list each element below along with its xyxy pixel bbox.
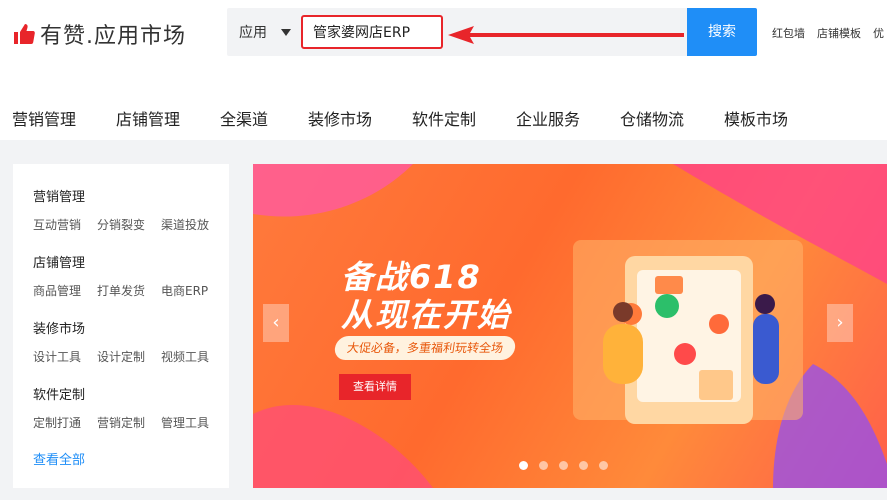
- view-all-link[interactable]: 查看全部: [33, 449, 85, 468]
- carousel-dots: [519, 461, 619, 470]
- category-link[interactable]: 打单发货: [97, 282, 145, 299]
- quick-link[interactable]: 红包墙: [772, 25, 805, 41]
- nav-item[interactable]: 仓储物流: [620, 106, 684, 130]
- nav-item[interactable]: 营销管理: [12, 106, 76, 130]
- logo-text: 有赞.应用市场: [40, 24, 186, 49]
- nav-item[interactable]: 装修市场: [308, 106, 372, 130]
- category-link[interactable]: 渠道投放: [161, 216, 209, 233]
- category-title[interactable]: 软件定制: [33, 384, 85, 403]
- carousel-dot[interactable]: [539, 461, 548, 470]
- content-area: 营销管理 互动营销 分销裂变 渠道投放 店铺管理 商品管理 打单发货 电商ERP…: [0, 140, 887, 500]
- thumbs-up-icon: [14, 24, 35, 44]
- category-link[interactable]: 设计定制: [97, 348, 145, 365]
- category-link[interactable]: 商品管理: [33, 282, 81, 299]
- search-type-select[interactable]: 应用: [239, 22, 291, 42]
- chevron-left-icon[interactable]: ‹: [263, 304, 289, 342]
- category-title[interactable]: 营销管理: [33, 186, 85, 205]
- category-link[interactable]: 视频工具: [161, 348, 209, 365]
- caret-down-icon: [281, 28, 291, 36]
- search-type-label: 应用: [239, 25, 267, 41]
- banner-title: 从现在开始: [341, 296, 512, 334]
- category-title[interactable]: 装修市场: [33, 318, 85, 337]
- chevron-right-icon[interactable]: ›: [827, 304, 853, 342]
- quick-links: 红包墙 店铺模板 优: [772, 25, 887, 41]
- carousel-dot[interactable]: [579, 461, 588, 470]
- nav-item[interactable]: 店铺管理: [116, 106, 180, 130]
- header: 有赞.应用市场 应用 搜索 红包墙 店铺模板 优: [0, 0, 887, 72]
- carousel-dot[interactable]: [559, 461, 568, 470]
- promo-banner[interactable]: 备战618 从现在开始 大促必备，多重福利玩转全场 查看详情 ‹ ›: [253, 164, 887, 488]
- logo[interactable]: 有赞.应用市场: [12, 18, 186, 50]
- quick-link[interactable]: 优: [873, 25, 884, 41]
- category-link[interactable]: 互动营销: [33, 216, 81, 233]
- quick-link[interactable]: 店铺模板: [817, 25, 861, 41]
- category-title[interactable]: 店铺管理: [33, 252, 85, 271]
- banner-subtitle: 大促必备，多重福利玩转全场: [333, 336, 517, 360]
- category-link[interactable]: 分销裂变: [97, 216, 145, 233]
- nav-item[interactable]: 全渠道: [220, 106, 268, 130]
- carousel-dot[interactable]: [599, 461, 608, 470]
- category-sidebar: 营销管理 互动营销 分销裂变 渠道投放 店铺管理 商品管理 打单发货 电商ERP…: [13, 164, 229, 488]
- banner-cta-button[interactable]: 查看详情: [339, 374, 411, 400]
- annotation-arrow-icon: [448, 26, 684, 44]
- main-nav: 营销管理 店铺管理 全渠道 装修市场 软件定制 企业服务 仓储物流 模板市场: [0, 96, 887, 140]
- category-link[interactable]: 管理工具: [161, 414, 209, 431]
- nav-item[interactable]: 模板市场: [724, 106, 788, 130]
- search-button[interactable]: 搜索: [687, 8, 757, 56]
- nav-item[interactable]: 软件定制: [412, 106, 476, 130]
- category-link[interactable]: 定制打通: [33, 414, 81, 431]
- category-link[interactable]: 电商ERP: [161, 282, 208, 299]
- category-link[interactable]: 设计工具: [33, 348, 81, 365]
- search-input[interactable]: [301, 15, 443, 49]
- nav-item[interactable]: 企业服务: [516, 106, 580, 130]
- carousel-dot[interactable]: [519, 461, 528, 470]
- category-link[interactable]: 营销定制: [97, 414, 145, 431]
